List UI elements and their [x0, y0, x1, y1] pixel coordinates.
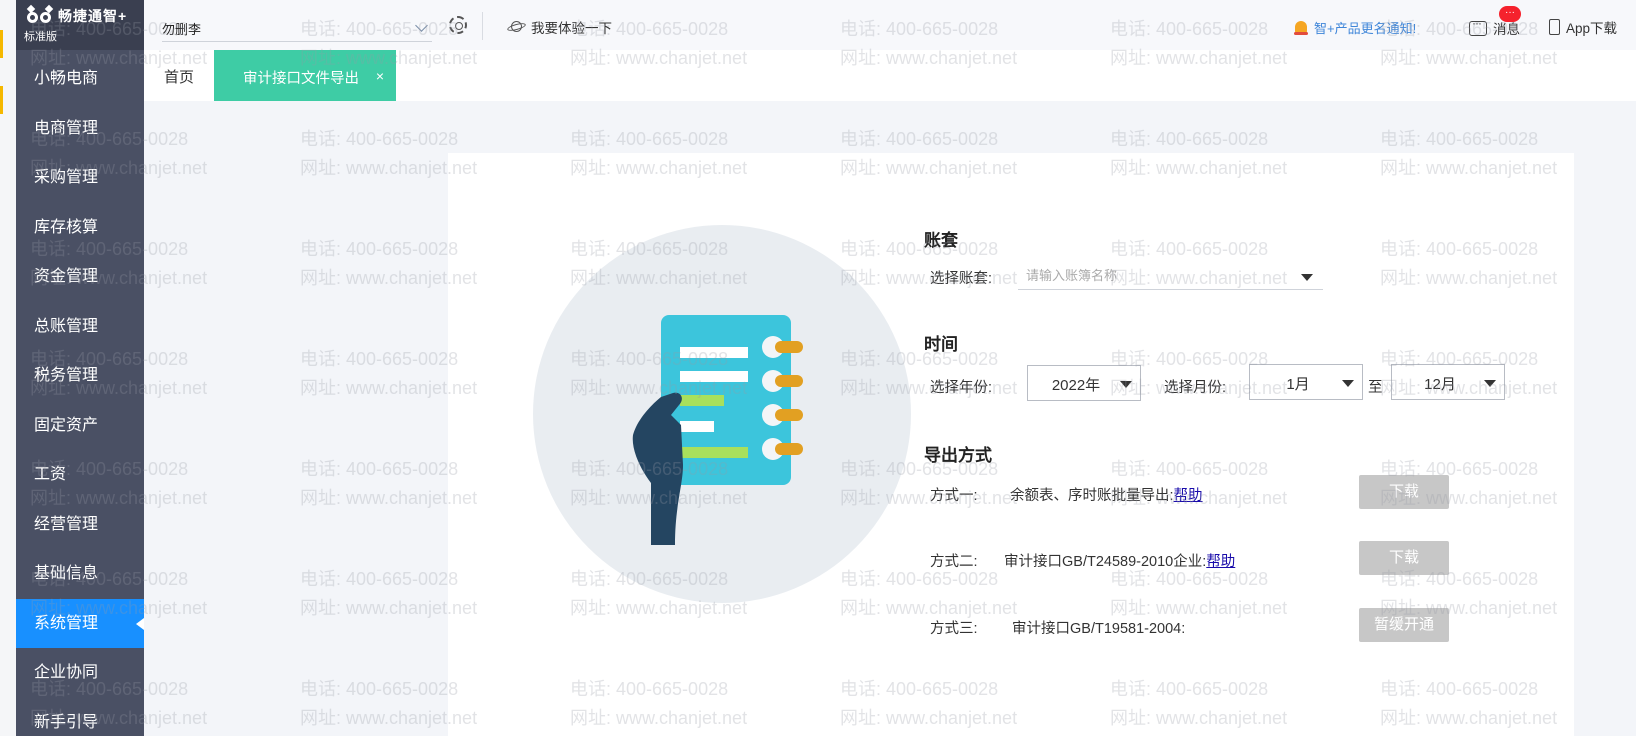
method-3-description: 审计接口GB/T19581-2004: — [1012, 621, 1186, 637]
method-1-label: 方式一: — [930, 488, 978, 504]
time-section-title: 时间 — [924, 335, 958, 354]
sidebar-item-fixed-assets[interactable]: 固定资产 — [16, 401, 144, 451]
method-1-description: 余额表、序时账批量导出:帮助 — [1010, 484, 1203, 505]
month-from-select[interactable]: 1月 — [1249, 364, 1363, 400]
edge-marker — [0, 86, 3, 114]
chevron-down-icon — [415, 19, 428, 32]
account-book-placeholder: 请输入账簿名称 — [1026, 268, 1118, 283]
year-select[interactable]: 2022年 — [1027, 365, 1141, 401]
app-download-label: App下载 — [1566, 21, 1618, 36]
export-section-title: 导出方式 — [924, 446, 992, 465]
try-experience-button[interactable]: 我要体验一下 — [506, 17, 612, 37]
planet-icon — [506, 20, 527, 34]
try-experience-label: 我要体验一下 — [531, 21, 612, 36]
sidebar-item-tax[interactable]: 税务管理 — [16, 351, 144, 401]
month-label: 选择月份: — [1164, 380, 1227, 396]
account-label: 选择账套: — [930, 271, 993, 287]
month-to-select[interactable]: 12月 — [1391, 364, 1505, 400]
sidebar-item-purchase[interactable]: 采购管理 — [16, 153, 144, 203]
dropdown-arrow-icon — [1120, 381, 1132, 388]
method-3-label: 方式三: — [930, 621, 978, 637]
bell-icon — [1294, 20, 1308, 36]
notebook-illustration — [533, 225, 911, 603]
method-1-desc: 余额表、序时账批量导出: — [1010, 488, 1174, 504]
sidebar-item-operations[interactable]: 经营管理 — [16, 500, 144, 550]
tab-home[interactable]: 首页 — [164, 66, 194, 87]
rename-notice-link[interactable]: 智+产品更名通知! — [1294, 18, 1416, 37]
gear-icon[interactable] — [449, 16, 467, 34]
sidebar-item-inventory[interactable]: 库存核算 — [16, 203, 144, 253]
phone-icon — [1549, 19, 1560, 35]
tab-audit-export-label: 审计接口文件导出 — [243, 71, 359, 87]
sidebar-item-basic-info[interactable]: 基础信息 — [16, 549, 144, 599]
method-1-download-button[interactable]: 下载 — [1359, 475, 1449, 509]
method-1-help-link[interactable]: 帮助 — [1174, 488, 1203, 504]
tab-audit-export[interactable]: 审计接口文件导出 × — [214, 50, 396, 101]
month-from-value: 1月 — [1286, 376, 1310, 393]
year-value: 2022年 — [1051, 377, 1101, 394]
app-logo[interactable]: 畅捷通智+ 标准版 — [16, 0, 144, 50]
sidebar-item-general-ledger[interactable]: 总账管理 — [16, 302, 144, 352]
sidebar-item-payroll[interactable]: 工资 — [16, 450, 144, 500]
method-2-download-button[interactable]: 下载 — [1359, 541, 1449, 575]
method-2-help-link[interactable]: 帮助 — [1206, 554, 1235, 570]
account-book-select[interactable]: 请输入账簿名称 — [1018, 262, 1323, 290]
account-selector[interactable]: 勿删李 — [162, 12, 432, 42]
method-2-label: 方式二: — [930, 554, 978, 570]
notice-label: 智+产品更名通知! — [1314, 21, 1417, 36]
method-2-desc: 审计接口GB/T24589-2010企业: — [1004, 554, 1207, 570]
month-to-value: 12月 — [1424, 376, 1456, 393]
account-name: 勿删李 — [162, 22, 202, 37]
owl-logo-icon — [26, 4, 54, 26]
edge-marker — [0, 30, 3, 58]
sidebar-item-system[interactable]: 系统管理 — [16, 598, 144, 648]
method-2-description: 审计接口GB/T24589-2010企业:帮助 — [1004, 550, 1235, 571]
dropdown-arrow-icon — [1342, 380, 1354, 387]
sidebar: 畅捷通智+ 标准版 小畅电商 电商管理 采购管理 库存核算 资金管理 总账管理 … — [16, 0, 144, 736]
account-section-title: 账套 — [924, 231, 958, 250]
top-bar: 勿删李 我要体验一下 智+产品更名通知! 消息 ··· App下载 — [144, 0, 1636, 50]
to-label: 至 — [1368, 380, 1383, 396]
sidebar-item-xiaochang-ecommerce[interactable]: 小畅电商 — [16, 54, 144, 104]
divider — [482, 12, 483, 40]
dropdown-arrow-icon — [1301, 274, 1313, 281]
method-3-suspended-button[interactable]: 暂缓开通 — [1359, 608, 1449, 642]
sidebar-item-beginner-guide[interactable]: 新手引导 — [16, 698, 144, 736]
left-edge-strip — [0, 0, 16, 736]
dropdown-arrow-icon — [1484, 380, 1496, 387]
sidebar-item-collaboration[interactable]: 企业协同 — [16, 648, 144, 698]
app-download-button[interactable]: App下载 — [1549, 17, 1617, 37]
sidebar-item-ecommerce[interactable]: 电商管理 — [16, 104, 144, 154]
close-icon[interactable]: × — [376, 68, 384, 84]
logo-name: 畅捷通智+ — [58, 8, 128, 24]
export-card — [448, 153, 1574, 736]
notebook-hand-icon — [632, 315, 803, 545]
chat-icon — [1469, 16, 1487, 36]
year-label: 选择年份: — [930, 380, 993, 396]
tab-bar: 首页 审计接口文件导出 × — [144, 50, 1636, 101]
sidebar-item-funds[interactable]: 资金管理 — [16, 252, 144, 302]
edition-label: 标准版 — [24, 31, 57, 43]
sidebar-nav: 小畅电商 电商管理 采购管理 库存核算 资金管理 总账管理 税务管理 固定资产 … — [16, 50, 144, 736]
messages-badge: ··· — [1499, 6, 1521, 22]
